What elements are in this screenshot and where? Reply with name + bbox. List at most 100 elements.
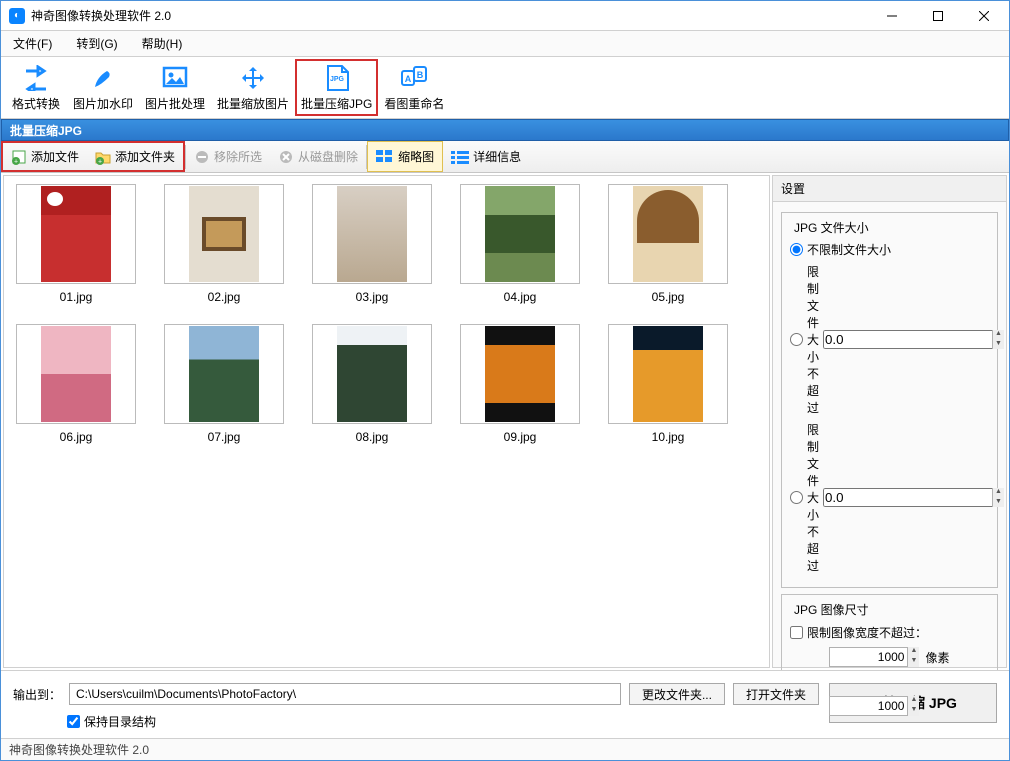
menu-file[interactable]: 文件(F) (7, 33, 58, 54)
thumbnail-image (189, 186, 259, 282)
fs-kb-input[interactable] (823, 330, 1004, 349)
thumbnail-item[interactable]: 08.jpg (312, 324, 432, 444)
limit-width-checkbox[interactable] (790, 626, 803, 639)
filesize-group: JPG 文件大小 不限制文件大小 限制文件大小不超过 ▲▼ KB 限制文件大小不… (781, 212, 998, 588)
remove-selected-button[interactable]: 移除所选 (186, 141, 270, 172)
close-button[interactable] (961, 1, 1007, 31)
tool-batch-process[interactable]: 图片批处理 (139, 59, 211, 116)
thumbnail-caption: 10.jpg (652, 430, 685, 444)
delete-icon (278, 149, 294, 165)
thumbnail-caption: 09.jpg (504, 430, 537, 444)
thumbnail-item[interactable]: 06.jpg (16, 324, 136, 444)
add-folder-icon: + (95, 149, 111, 165)
thumbnail-caption: 05.jpg (652, 290, 685, 304)
app-icon: ◐ (9, 8, 25, 24)
change-folder-button[interactable]: 更改文件夹... (629, 683, 725, 705)
spin-up-icon[interactable]: ▲ (907, 696, 919, 706)
width-input[interactable] (829, 647, 919, 667)
spin-up-icon[interactable]: ▲ (992, 330, 1004, 340)
thumbnail-frame (312, 184, 432, 284)
svg-text:+: + (14, 158, 18, 165)
fs-unlimited-radio[interactable] (790, 243, 803, 256)
add-group: + 添加文件 + 添加文件夹 (1, 141, 185, 172)
thumbnail-frame (16, 324, 136, 424)
settings-panel: 设置 JPG 文件大小 不限制文件大小 限制文件大小不超过 ▲▼ KB 限制文件… (772, 175, 1007, 668)
svg-text:+: + (98, 158, 102, 165)
delete-from-disk-button[interactable]: 从磁盘删除 (270, 141, 366, 172)
keep-structure-label: 保持目录结构 (84, 713, 156, 730)
section-header: 批量压缩JPG (1, 119, 1009, 141)
thumbnail-image (189, 326, 259, 422)
action-bar: + 添加文件 + 添加文件夹 移除所选 从磁盘删除 缩略图 详细信息 (1, 141, 1009, 173)
grid-icon (376, 150, 394, 164)
thumbnail-pane: 01.jpg 02.jpg 03.jpg 04.jpg 05.jpg 06.jpg 07.j… (3, 175, 770, 668)
thumbnail-image (337, 326, 407, 422)
thumbnail-item[interactable]: 10.jpg (608, 324, 728, 444)
fs-mb-input[interactable] (823, 488, 1004, 507)
thumbnail-image (337, 186, 407, 282)
spin-down-icon[interactable]: ▼ (907, 657, 919, 667)
thumbnail-image (633, 186, 703, 282)
spin-up-icon[interactable]: ▲ (907, 647, 919, 657)
thumbnail-frame (460, 184, 580, 284)
jpg-file-icon: JPG (319, 63, 355, 93)
detail-view-button[interactable]: 详细信息 (443, 141, 529, 172)
output-path-input[interactable] (69, 683, 621, 705)
tool-batch-resize[interactable]: 批量缩放图片 (211, 59, 295, 116)
thumbnail-image (633, 326, 703, 422)
height-input[interactable] (829, 696, 919, 716)
maximize-button[interactable] (915, 1, 961, 31)
keep-structure-checkbox[interactable] (67, 715, 80, 728)
fs-limit-mb-radio[interactable] (790, 491, 803, 504)
convert-icon (18, 63, 54, 93)
thumbnail-caption: 03.jpg (356, 290, 389, 304)
fs-limit-kb-radio[interactable] (790, 333, 803, 346)
spin-down-icon[interactable]: ▼ (992, 498, 1004, 508)
svg-text:JPG: JPG (330, 76, 345, 83)
rename-icon: AB (396, 63, 432, 93)
section-title: 批量压缩JPG (10, 122, 82, 139)
thumbnail-frame (312, 324, 432, 424)
output-label: 输出到： (13, 686, 61, 703)
thumbnail-frame (608, 324, 728, 424)
thumbnail-frame (608, 184, 728, 284)
main-area: 01.jpg 02.jpg 03.jpg 04.jpg 05.jpg 06.jpg 07.j… (1, 173, 1009, 670)
svg-text:A: A (405, 74, 412, 84)
spin-down-icon[interactable]: ▼ (992, 340, 1004, 350)
thumbnail-caption: 06.jpg (60, 430, 93, 444)
add-folder-button[interactable]: + 添加文件夹 (87, 143, 183, 170)
thumbnail-caption: 02.jpg (208, 290, 241, 304)
thumbnail-item[interactable]: 04.jpg (460, 184, 580, 304)
spin-up-icon[interactable]: ▲ (992, 488, 1004, 498)
thumbnail-caption: 04.jpg (504, 290, 537, 304)
settings-title: 设置 (773, 176, 1006, 202)
open-folder-button[interactable]: 打开文件夹 (733, 683, 819, 705)
app-window: ◐ 神奇图像转换处理软件 2.0 文件(F) 转到(G) 帮助(H) 格式转换 … (0, 0, 1010, 761)
brush-icon (85, 63, 121, 93)
window-title: 神奇图像转换处理软件 2.0 (31, 7, 869, 24)
thumbnail-item[interactable]: 03.jpg (312, 184, 432, 304)
thumbnail-caption: 08.jpg (356, 430, 389, 444)
menu-help[interactable]: 帮助(H) (136, 33, 189, 54)
thumbnail-item[interactable]: 02.jpg (164, 184, 284, 304)
status-bar: 神奇图像转换处理软件 2.0 (1, 738, 1009, 760)
tool-batch-compress-jpg[interactable]: JPG 批量压缩JPG (295, 59, 378, 116)
tool-rename[interactable]: AB 看图重命名 (378, 59, 450, 116)
thumbnail-frame (164, 324, 284, 424)
title-bar: ◐ 神奇图像转换处理软件 2.0 (1, 1, 1009, 31)
thumbnail-view-button[interactable]: 缩略图 (367, 141, 443, 172)
tool-format-convert[interactable]: 格式转换 (5, 59, 67, 116)
menu-bar: 文件(F) 转到(G) 帮助(H) (1, 31, 1009, 57)
thumbnail-item[interactable]: 09.jpg (460, 324, 580, 444)
thumbnail-caption: 01.jpg (60, 290, 93, 304)
menu-goto[interactable]: 转到(G) (70, 33, 123, 54)
add-file-button[interactable]: + 添加文件 (3, 143, 87, 170)
thumbnail-image (41, 326, 111, 422)
tool-watermark[interactable]: 图片加水印 (67, 59, 139, 116)
thumbnail-item[interactable]: 01.jpg (16, 184, 136, 304)
spin-down-icon[interactable]: ▼ (907, 706, 919, 716)
minimize-button[interactable] (869, 1, 915, 31)
list-icon (451, 150, 469, 164)
thumbnail-item[interactable]: 05.jpg (608, 184, 728, 304)
thumbnail-item[interactable]: 07.jpg (164, 324, 284, 444)
